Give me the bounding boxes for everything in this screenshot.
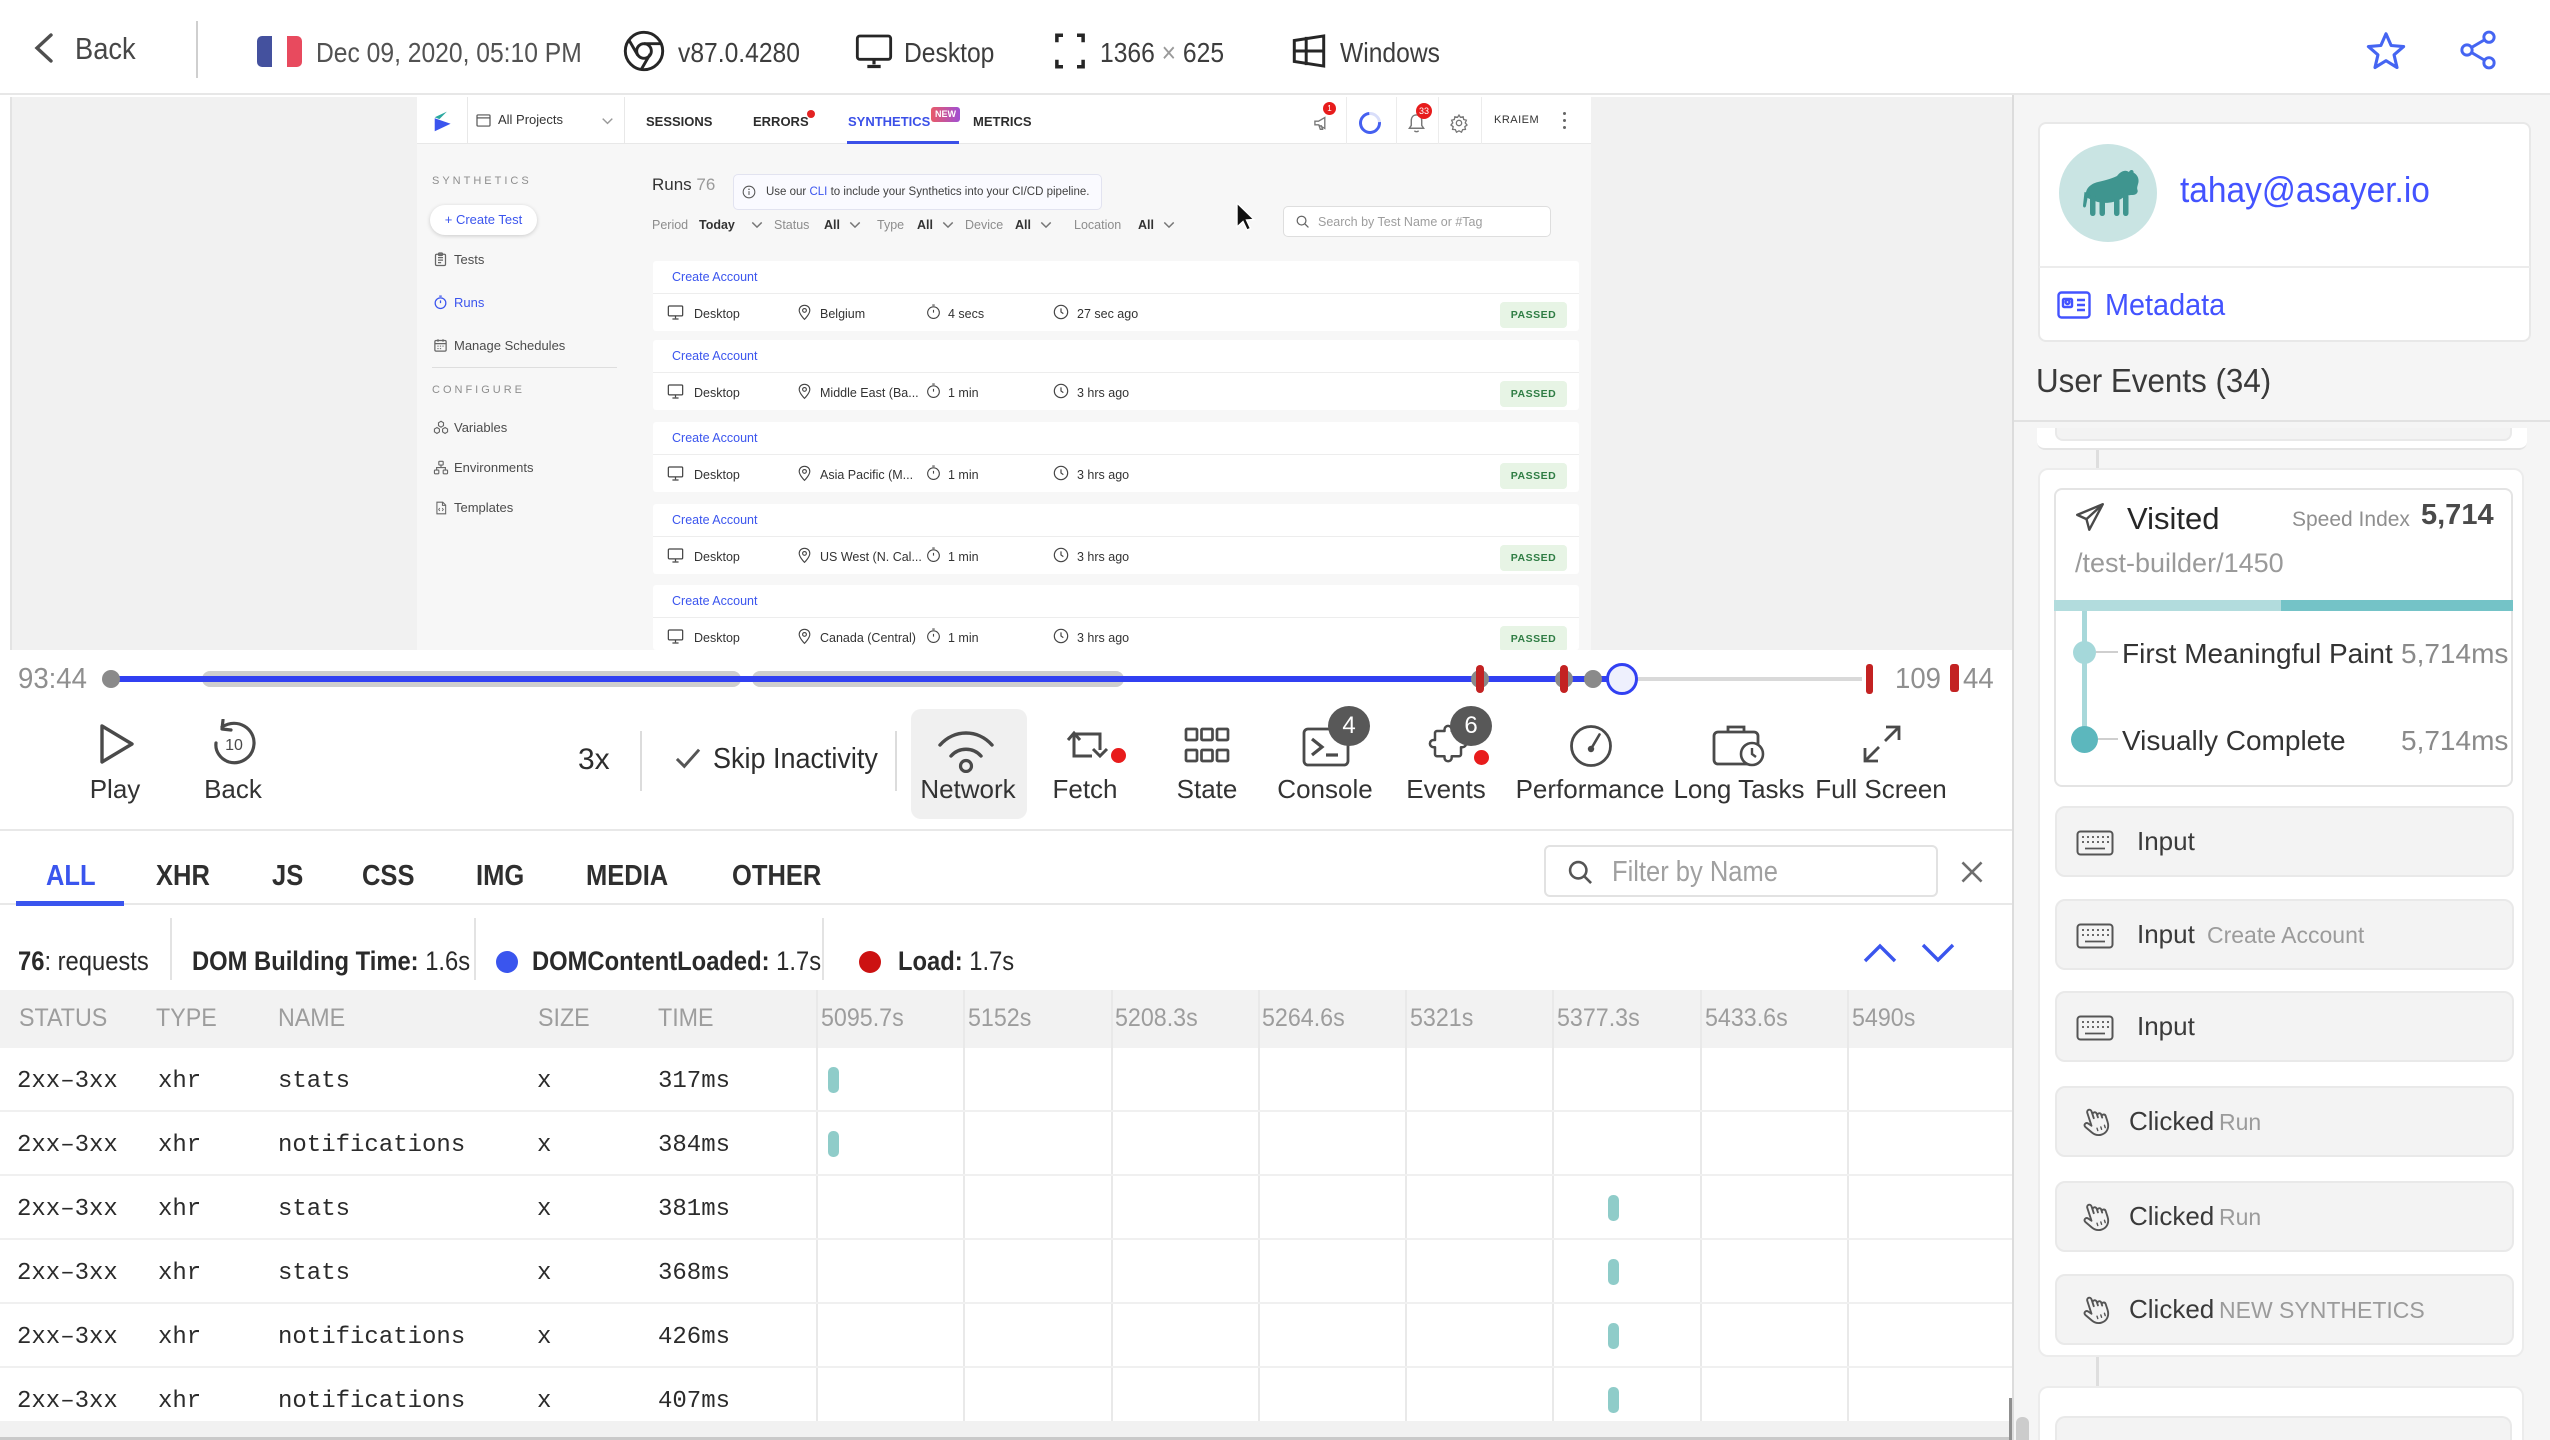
svg-text:10: 10 [225, 737, 243, 754]
